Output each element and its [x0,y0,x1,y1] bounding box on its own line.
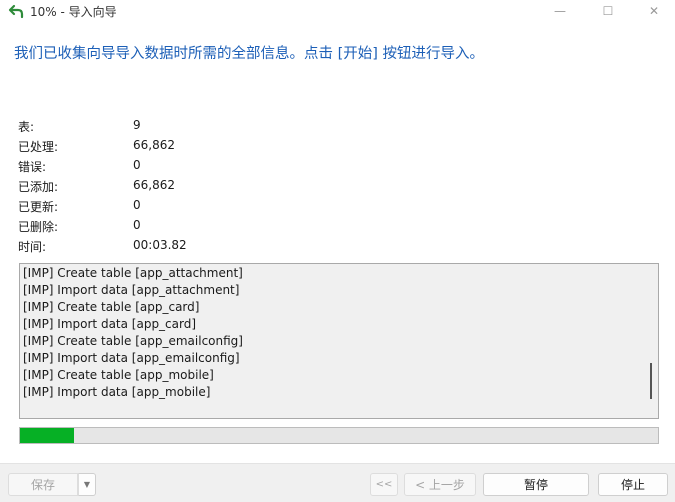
footer-bar: 保存 ▼ << < 上一步 暂停 停止 [0,463,675,502]
stat-label: 错误: [18,160,47,174]
stat-value: 9 [133,118,141,132]
stats-panel: 表: 9 已处理: 66,862 错误: 0 已添加: 66,862 已更新: … [18,118,318,258]
progress-bar [19,427,659,444]
progress-fill [20,428,74,443]
stat-label: 表: [18,120,35,134]
close-button[interactable]: ✕ [634,0,674,22]
stat-value: 66,862 [133,178,175,192]
save-button[interactable]: 保存 [8,473,78,496]
stat-value: 00:03.82 [133,238,187,252]
log-line: [IMP] Import data [app_emailconfig] [23,351,240,365]
first-step-button[interactable]: << [370,473,398,496]
log-lines: [IMP] Create table [app_attachment] [IMP… [23,265,243,401]
stop-button[interactable]: 停止 [598,473,668,496]
log-output[interactable]: [IMP] Create table [app_attachment] [IMP… [19,263,659,419]
log-line: [IMP] Create table [app_card] [23,300,200,314]
log-line: [IMP] Create table [app_attachment] [23,266,243,280]
maximize-button[interactable]: ☐ [588,0,628,22]
log-line: [IMP] Create table [app_mobile] [23,368,214,382]
log-line: [IMP] Import data [app_card] [23,317,197,331]
stat-value: 0 [133,158,141,172]
previous-step-button[interactable]: < 上一步 [404,473,476,496]
stat-row-deleted: 已删除: 0 [18,218,318,238]
title-bar: 10% - 导入向导 — ☐ ✕ [0,0,675,22]
log-scrollbar-thumb[interactable] [650,363,652,399]
stat-row-processed: 已处理: 66,862 [18,138,318,158]
stat-label: 已处理: [18,140,59,154]
page-headline: 我们已收集向导导入数据时所需的全部信息。点击 [开始] 按钮进行导入。 [14,46,485,62]
undo-arrow-icon [8,3,24,19]
stat-label: 已删除: [18,220,59,234]
log-line: [IMP] Create table [app_emailconfig] [23,334,243,348]
stat-value: 0 [133,198,141,212]
stat-value: 66,862 [133,138,175,152]
stat-row-errors: 错误: 0 [18,158,318,178]
window-title: 10% - 导入向导 [30,5,117,19]
log-line: [IMP] Import data [app_attachment] [23,283,240,297]
stat-row-time: 时间: 00:03.82 [18,238,318,258]
stat-row-tables: 表: 9 [18,118,318,138]
stat-value: 0 [133,218,141,232]
stat-row-added: 已添加: 66,862 [18,178,318,198]
save-dropdown-button[interactable]: ▼ [78,473,96,496]
log-line: [IMP] Import data [app_mobile] [23,385,211,399]
stat-row-updated: 已更新: 0 [18,198,318,218]
chevron-down-icon: ▼ [83,480,91,489]
stat-label: 时间: [18,240,47,254]
stat-label: 已更新: [18,200,59,214]
minimize-button[interactable]: — [540,0,580,22]
stat-label: 已添加: [18,180,59,194]
pause-button[interactable]: 暂停 [483,473,589,496]
